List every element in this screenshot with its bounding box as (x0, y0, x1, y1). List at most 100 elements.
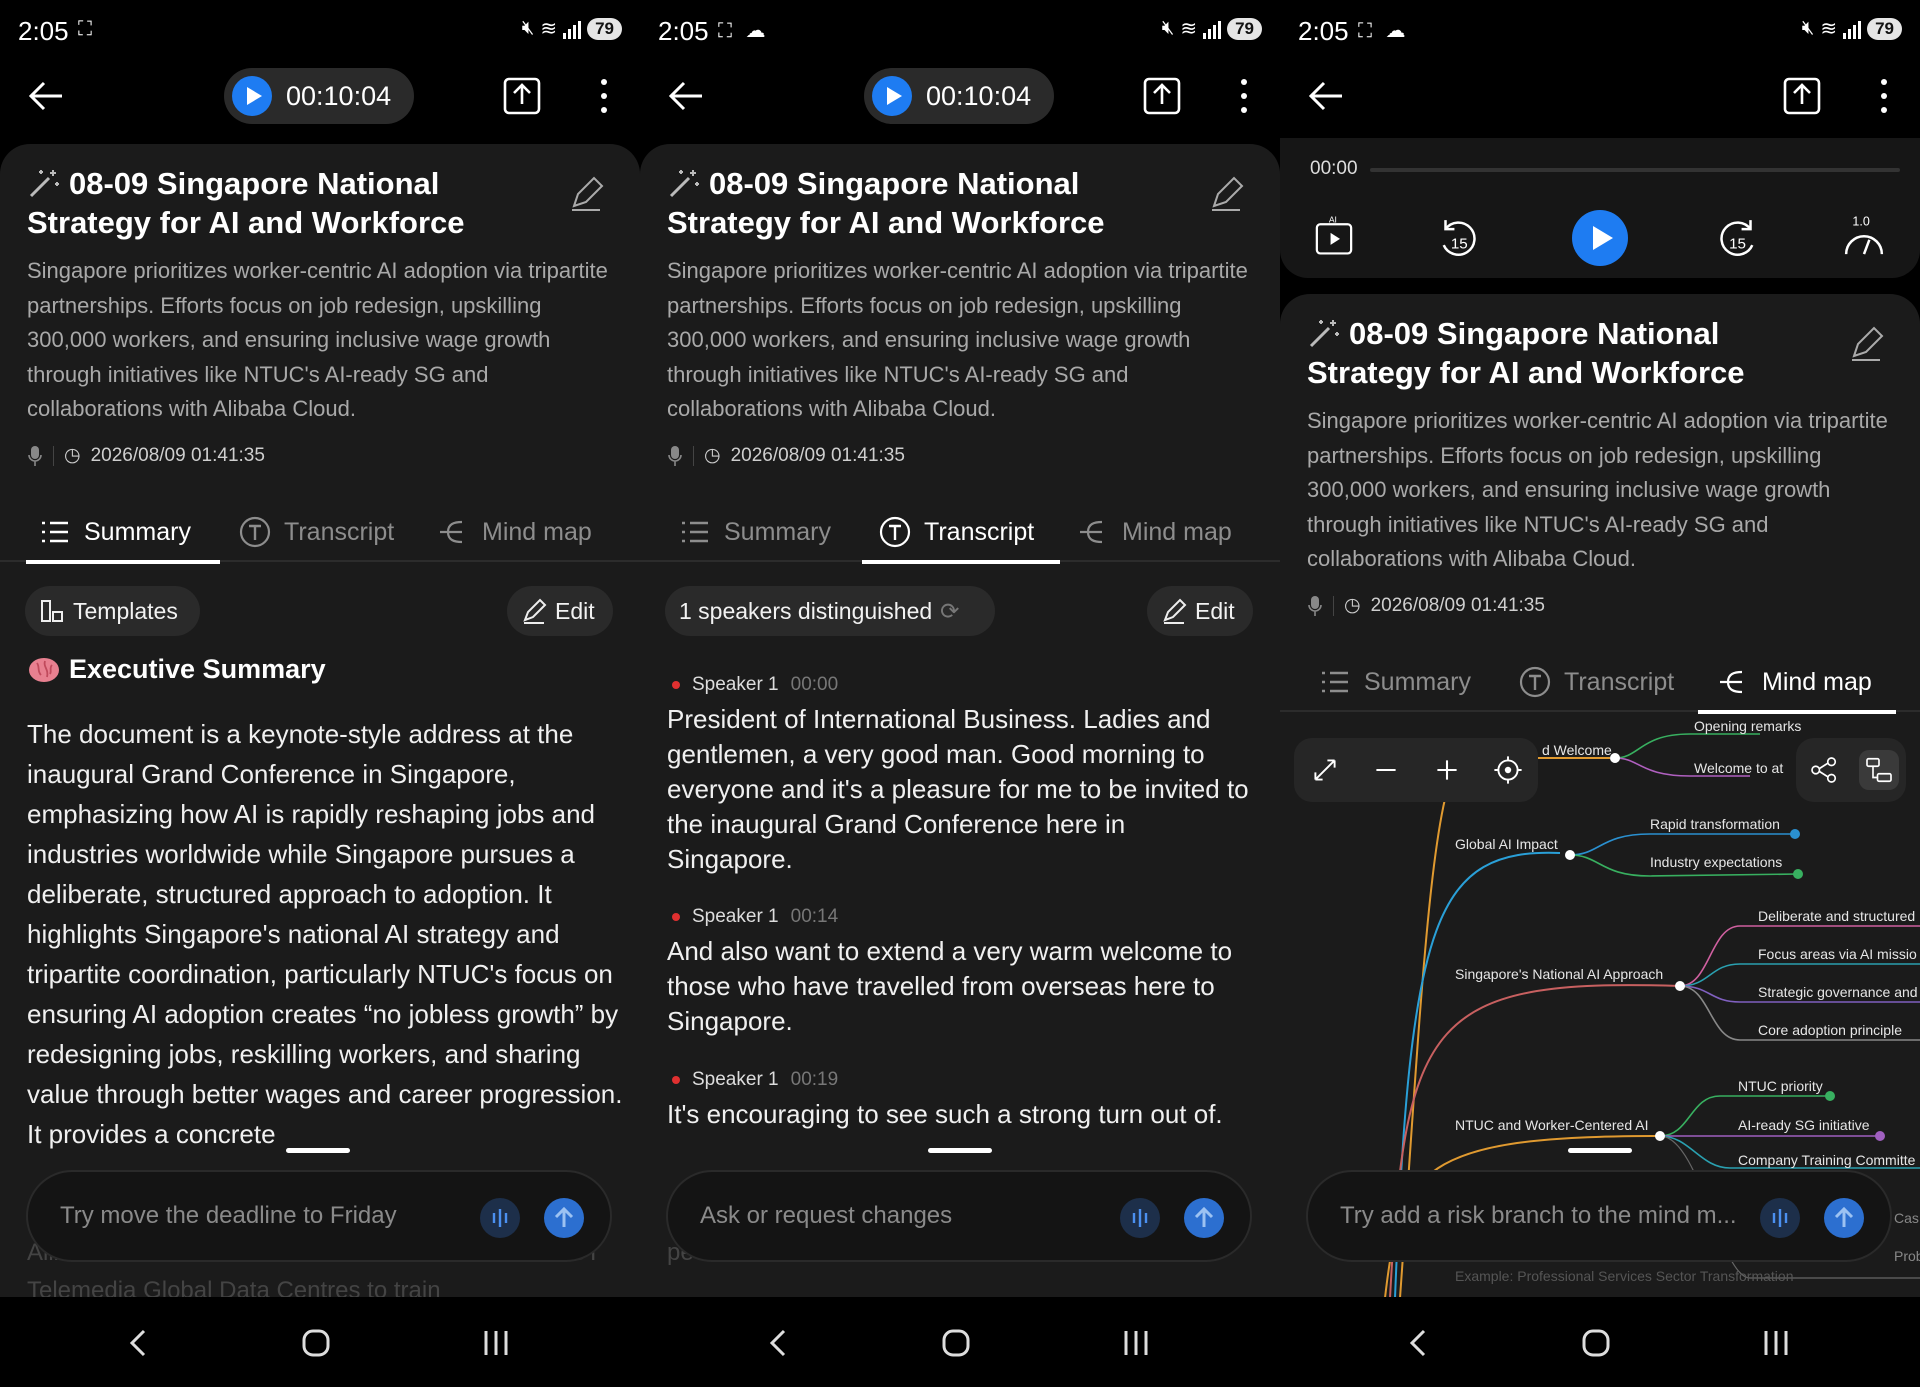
forward-15-icon[interactable]: 15 (1710, 210, 1766, 266)
share-icon[interactable] (1780, 74, 1824, 118)
mind-node-welcome-to[interactable]: Welcome to at (1694, 760, 1783, 776)
ask-bar[interactable]: Try add a risk branch to the mind m... (1306, 1170, 1892, 1262)
battery-indicator: 79 (1867, 17, 1902, 40)
expand-icon[interactable] (1305, 750, 1345, 790)
record-dot (672, 913, 680, 921)
mind-node-cas[interactable]: Cas (1894, 1210, 1919, 1226)
more-options-icon[interactable] (1234, 74, 1254, 118)
mindmap-icon (1080, 520, 1103, 544)
nav-bar (1280, 1297, 1920, 1387)
play-button[interactable] (1572, 210, 1628, 266)
mind-node-prob[interactable]: Prob (1894, 1248, 1920, 1264)
mind-node-dot[interactable] (1790, 829, 1800, 839)
transcript-segment[interactable]: Speaker 1 00:14 And also want to extend a… (667, 906, 1257, 1039)
playback-pill[interactable]: 00:10:04 (224, 68, 414, 124)
ask-input[interactable]: Try move the deadline to Friday (60, 1202, 460, 1230)
mind-node-ntuc-priority[interactable]: NTUC priority (1738, 1078, 1823, 1094)
transcript-segment[interactable]: Speaker 1 00:19 It's encouraging to see s… (667, 1069, 1257, 1132)
playback-pill[interactable]: 00:10:04 (864, 68, 1054, 124)
play-icon (232, 76, 272, 116)
mind-node-core[interactable]: Core adoption principle (1758, 1022, 1902, 1038)
mind-node-deliberate[interactable]: Deliberate and structured (1758, 908, 1915, 924)
share-icon[interactable] (500, 74, 544, 118)
nav-back-icon[interactable] (1398, 1323, 1438, 1363)
mind-node-sg[interactable]: Singapore's National AI Approach (1455, 966, 1663, 982)
mind-node-company[interactable]: Company Training Committe (1738, 1152, 1915, 1168)
nav-recents-icon[interactable] (1756, 1323, 1796, 1363)
edit-transcript-button[interactable]: Edit (1147, 586, 1253, 636)
mind-node-global[interactable]: Global AI Impact (1455, 836, 1558, 852)
back-arrow-icon[interactable] (1304, 74, 1348, 118)
tree-layout-icon[interactable] (1804, 750, 1844, 790)
mind-node-opening[interactable]: Opening remarks (1694, 718, 1801, 734)
tab-summary[interactable]: Summary (1318, 652, 1471, 712)
more-options-icon[interactable] (594, 74, 614, 118)
edit-title-icon[interactable] (568, 176, 604, 212)
ai-video-icon[interactable]: AI (1306, 210, 1362, 266)
nav-home-icon[interactable] (296, 1323, 336, 1363)
tab-transcript[interactable]: Transcript (1518, 652, 1674, 712)
playback-speed-icon[interactable]: 1.0 (1836, 210, 1892, 266)
transcript-icon (239, 516, 271, 548)
tab-mindmap[interactable]: Mind map (436, 502, 592, 562)
mind-node-example[interactable]: Example: Professional Services Sector Tr… (1455, 1268, 1793, 1284)
status-bar: 2:05 ⛶ ☁ 🔇︎ ≋ 79 (640, 0, 1280, 58)
tab-summary[interactable]: Summary (678, 502, 831, 562)
voice-icon[interactable] (1760, 1198, 1800, 1238)
transcript-segment[interactable]: Speaker 1 00:00 President of Internationa… (667, 674, 1257, 877)
mind-node-industry[interactable]: Industry expectations (1650, 854, 1782, 870)
mind-node-strategic[interactable]: Strategic governance and (1758, 984, 1918, 1000)
home-indicator (928, 1148, 992, 1153)
edit-title-icon[interactable] (1208, 176, 1244, 212)
nav-back-icon[interactable] (758, 1323, 798, 1363)
voice-icon[interactable] (480, 1198, 520, 1238)
send-icon[interactable] (1824, 1198, 1864, 1238)
note-datetime: 2026/08/09 01:41:35 (730, 444, 905, 466)
zoom-out-icon[interactable] (1366, 750, 1406, 790)
mind-node-dot[interactable] (1655, 1131, 1665, 1141)
back-arrow-icon[interactable] (24, 74, 68, 118)
nav-recents-icon[interactable] (1116, 1323, 1156, 1363)
edit-title-icon[interactable] (1848, 326, 1884, 362)
mind-node-welcome[interactable]: d Welcome (1542, 742, 1612, 758)
mind-node-dot[interactable] (1675, 981, 1685, 991)
mind-node-dot[interactable] (1875, 1131, 1885, 1141)
outline-layout-icon[interactable] (1858, 750, 1899, 790)
mind-node-dot[interactable] (1793, 869, 1803, 879)
zoom-in-icon[interactable] (1427, 750, 1467, 790)
tab-mindmap[interactable]: Mind map (1698, 652, 1896, 714)
mind-node-aiready[interactable]: AI-ready SG initiative (1738, 1117, 1870, 1133)
magic-wand-icon (29, 170, 59, 198)
signal-icon (1203, 19, 1222, 39)
nav-home-icon[interactable] (1576, 1323, 1616, 1363)
ask-bar[interactable]: Try move the deadline to Friday (26, 1170, 612, 1262)
nav-back-icon[interactable] (118, 1323, 158, 1363)
tab-transcript[interactable]: Transcript (862, 502, 1060, 564)
nav-recents-icon[interactable] (476, 1323, 516, 1363)
tab-mindmap[interactable]: Mind map (1076, 502, 1232, 562)
more-options-icon[interactable] (1874, 74, 1894, 118)
ask-bar[interactable]: Ask or request changes (666, 1170, 1252, 1262)
mind-node-rapid[interactable]: Rapid transformation (1650, 816, 1780, 832)
templates-button[interactable]: Templates (25, 586, 200, 636)
back-arrow-icon[interactable] (664, 74, 708, 118)
send-icon[interactable] (544, 1198, 584, 1238)
edit-summary-button[interactable]: Edit (507, 586, 613, 636)
ask-input[interactable]: Ask or request changes (700, 1202, 1100, 1230)
rewind-15-icon[interactable]: 15 (1430, 210, 1486, 266)
tab-transcript[interactable]: Transcript (238, 502, 394, 562)
share-icon[interactable] (1140, 74, 1184, 118)
mind-node-dot[interactable] (1565, 850, 1575, 860)
mind-node-dot[interactable] (1825, 1091, 1835, 1101)
recenter-icon[interactable] (1488, 750, 1528, 790)
nav-home-icon[interactable] (936, 1323, 976, 1363)
mind-node-ntuc[interactable]: NTUC and Worker-Centered AI (1455, 1117, 1648, 1133)
voice-icon[interactable] (1120, 1198, 1160, 1238)
speakers-chip[interactable]: 1 speakers distinguished ⟳ (665, 586, 995, 636)
status-time: 2:05 (18, 16, 69, 46)
seek-bar[interactable] (1370, 168, 1900, 172)
send-icon[interactable] (1184, 1198, 1224, 1238)
mind-node-focus[interactable]: Focus areas via AI missio (1758, 946, 1917, 962)
tab-summary[interactable]: Summary (26, 502, 220, 564)
ask-input[interactable]: Try add a risk branch to the mind m... (1340, 1202, 1740, 1230)
